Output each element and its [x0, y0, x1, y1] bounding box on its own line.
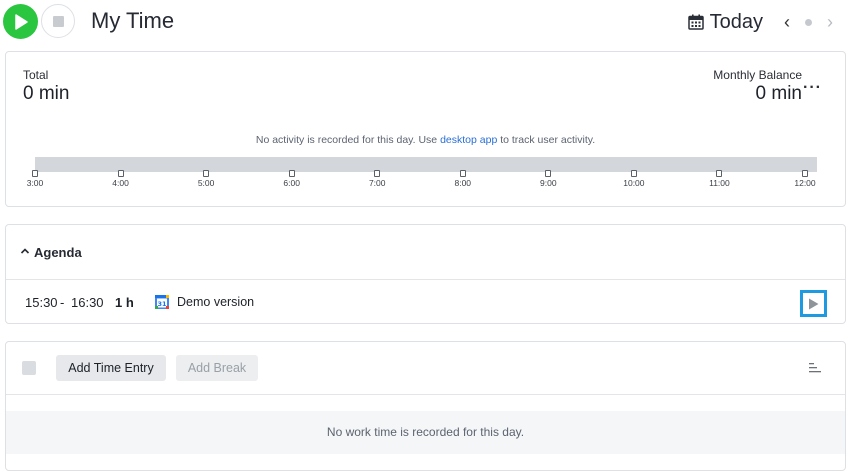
- timeline-tick: [288, 170, 295, 177]
- timeline-tick-label: 7:00: [368, 178, 386, 188]
- timeline-tick: [630, 170, 637, 177]
- timeline-tick: [545, 170, 552, 177]
- stop-icon: [52, 15, 64, 27]
- timeline-tick-label: 5:00: [197, 178, 215, 188]
- agenda-card: Agenda 15:30 - 16:30 1 h 31 Demo version: [5, 224, 846, 324]
- calendar-icon[interactable]: [687, 14, 704, 30]
- activity-message: No activity is recorded for this day. Us…: [6, 134, 845, 146]
- desktop-app-link[interactable]: desktop app: [440, 134, 497, 146]
- time-entries-card: Add Time Entry Add Break No work time is…: [5, 341, 846, 471]
- timeline-tick: [459, 170, 466, 177]
- timeline-tick-label: 8:00: [454, 178, 472, 188]
- monthly-balance-label: Monthly Balance: [713, 68, 802, 82]
- header: My Time Today ‹ ›: [0, 0, 850, 44]
- agenda-title: Agenda: [34, 245, 82, 260]
- empty-state-message: No work time is recorded for this day.: [326, 425, 525, 439]
- timeline-tick-label: 11:00: [709, 178, 730, 188]
- time-summary-card: Total 0 min Monthly Balance 0 min ··· No…: [5, 51, 846, 207]
- start-timer-button[interactable]: [3, 4, 38, 39]
- add-time-entry-button[interactable]: Add Time Entry: [56, 355, 166, 381]
- agenda-item: 15:30 - 16:30 1 h 31 Demo version: [6, 281, 845, 324]
- timeline-tick: [374, 170, 381, 177]
- timeline-tick: [117, 170, 124, 177]
- timeline-tick-label: 10:00: [623, 178, 645, 188]
- date-label[interactable]: Today: [710, 11, 763, 34]
- activity-message-after: to track user activity.: [497, 134, 596, 146]
- agenda-start-time: 15:30: [25, 295, 58, 310]
- google-calendar-icon: 31: [155, 295, 169, 309]
- agenda-header[interactable]: Agenda: [6, 225, 845, 280]
- play-icon: [809, 298, 819, 309]
- select-all-checkbox[interactable]: [22, 361, 36, 375]
- empty-state: No work time is recorded for this day.: [6, 411, 845, 454]
- timeline-tick: [802, 170, 808, 177]
- timeline-tick-label: 6:00: [283, 178, 300, 188]
- sort-icon[interactable]: [809, 362, 821, 373]
- current-day-dot[interactable]: [805, 18, 812, 26]
- timeline-tick-label: 9:00: [540, 178, 557, 188]
- add-break-button[interactable]: Add Break: [176, 355, 258, 381]
- start-agenda-item-button[interactable]: [800, 290, 827, 317]
- timeline-tick: [32, 170, 38, 177]
- activity-timeline: [35, 157, 817, 172]
- date-navigation: Today ‹ ›: [687, 8, 840, 36]
- more-options-icon[interactable]: ···: [803, 79, 822, 97]
- chevron-up-icon[interactable]: [20, 246, 30, 256]
- activity-message-before: No activity is recorded for this day. Us…: [255, 134, 441, 146]
- total-label: Total: [23, 68, 49, 82]
- timeline-tick: [716, 170, 723, 177]
- agenda-duration: 1 h: [115, 295, 134, 310]
- play-icon: [14, 13, 28, 30]
- timeline-tick-label: 4:00: [112, 178, 129, 188]
- monthly-balance-value: 0 min: [755, 83, 802, 104]
- agenda-end-time: 16:30: [71, 295, 104, 310]
- svg-text:31: 31: [157, 300, 167, 308]
- chevron-right-icon[interactable]: ›: [820, 12, 840, 33]
- timeline-tick-label: 3:00: [26, 178, 44, 188]
- agenda-time-separator: -: [60, 295, 65, 310]
- stop-timer-button[interactable]: [41, 4, 75, 38]
- entries-toolbar: Add Time Entry Add Break: [6, 342, 845, 395]
- chevron-left-icon[interactable]: ‹: [777, 12, 797, 33]
- agenda-item-title: Demo version: [177, 295, 255, 309]
- timeline-tick: [203, 170, 210, 177]
- page-title: My Time: [91, 8, 175, 33]
- timeline-tick-label: 12:00: [794, 178, 816, 188]
- total-value: 0 min: [23, 83, 70, 104]
